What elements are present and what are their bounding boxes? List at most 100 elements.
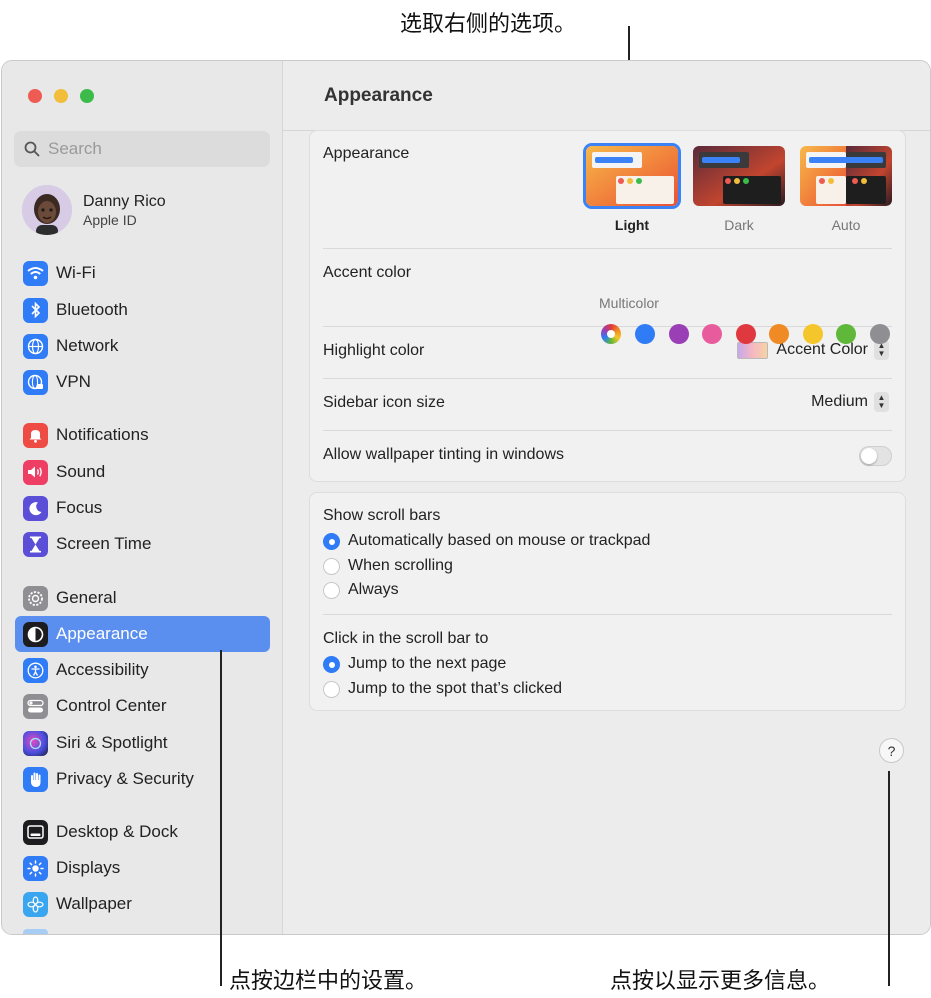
sidebar-item-label: Bluetooth	[56, 300, 128, 319]
sidebar-item-notifications[interactable]: Notifications	[15, 417, 270, 453]
accent-color-swatch[interactable]	[769, 324, 789, 344]
click-scroll-option-next-page[interactable]: Jump to the next page	[323, 655, 506, 673]
sidebar-item-label: Appearance	[56, 624, 148, 643]
accent-multicolor-swatch[interactable]	[601, 324, 621, 344]
wallpaper-tinting-toggle[interactable]	[859, 446, 892, 466]
wifi-icon	[23, 260, 48, 286]
sidebar-item-screen-time[interactable]: Screen Time	[15, 526, 270, 562]
sidebar-item-displays[interactable]: Displays	[15, 850, 270, 886]
minimize-window-button[interactable]	[54, 89, 68, 103]
speaker-icon	[23, 459, 48, 485]
appearance-settings-group: Appearance Light Dark Auto Accent color …	[309, 130, 906, 482]
radio-button[interactable]	[323, 532, 340, 550]
chevron-updown-icon: ▲ ▼	[874, 392, 889, 412]
sidebar-item-vpn[interactable]: VPN	[15, 364, 270, 400]
accent-color-label: Accent color	[323, 264, 412, 281]
sidebar-item-wallpaper[interactable]: Wallpaper	[15, 886, 270, 922]
click-scroll-bar-label: Click in the scroll bar to	[323, 630, 489, 647]
accent-color-swatch[interactable]	[869, 324, 890, 344]
bluetooth-icon	[23, 297, 48, 323]
accent-color-swatch[interactable]	[702, 324, 722, 344]
accent-color-swatch[interactable]	[802, 324, 823, 344]
hourglass-icon	[23, 531, 48, 557]
radio-button[interactable]	[323, 655, 340, 673]
sidebar-item-network[interactable]: Network	[15, 328, 270, 364]
sidebar-item-bluetooth[interactable]: Bluetooth	[15, 292, 270, 328]
radio-label: When scrolling	[348, 557, 453, 574]
highlight-color-value: Accent Color	[776, 341, 868, 358]
scroll-bars-option-when-scrolling[interactable]: When scrolling	[323, 557, 453, 575]
wallpaper-tinting-label: Allow wallpaper tinting in windows	[323, 446, 565, 463]
avatar	[22, 185, 72, 235]
profile-name: Danny Rico	[83, 192, 166, 210]
sidebar-item-label: VPN	[56, 372, 91, 391]
sidebar-item-control-center[interactable]: Control Center	[15, 688, 270, 724]
help-button[interactable]: ?	[879, 738, 904, 763]
zoom-window-button[interactable]	[80, 89, 94, 103]
sidebar-item-label: Sound	[56, 462, 106, 481]
appearance-option-dark[interactable]	[693, 146, 785, 206]
flower-icon	[23, 891, 48, 917]
scroll-bars-option-always[interactable]: Always	[323, 581, 399, 599]
main-pane: Appearance Appearance Light Dark Auto Ac…	[283, 61, 930, 934]
sidebar-item-label: Notifications	[56, 425, 149, 444]
scroll-bars-option-automatic[interactable]: Automatically based on mouse or trackpad	[323, 532, 650, 550]
close-window-button[interactable]	[28, 89, 42, 103]
divider	[323, 248, 892, 249]
sidebar-item-label: Displays	[56, 858, 121, 877]
sidebar-item-label: Focus	[56, 498, 103, 517]
sidebar-item-privacy-security[interactable]: Privacy & Security	[15, 761, 270, 797]
click-scroll-option-spot-clicked[interactable]: Jump to the spot that’s clicked	[323, 680, 562, 698]
appearance-option-light[interactable]	[586, 146, 678, 206]
radio-button[interactable]	[323, 581, 340, 599]
profile-subtitle: Apple ID	[83, 211, 137, 228]
partial-sidebar-icon	[23, 929, 48, 934]
apple-id-profile[interactable]: Danny Rico Apple ID	[22, 185, 166, 235]
sun-icon	[23, 855, 48, 881]
accent-color-swatch[interactable]	[668, 324, 689, 344]
sidebar-icon-size-popup[interactable]: Medium ▲ ▼	[811, 392, 889, 412]
sidebar-item-label: Network	[56, 336, 119, 355]
sidebar-item-wifi[interactable]: Wi-Fi	[15, 255, 270, 291]
radio-button[interactable]	[323, 557, 340, 575]
bell-icon	[23, 422, 48, 448]
divider	[323, 430, 892, 431]
appearance-option-auto-label: Auto	[831, 217, 861, 233]
sidebar-item-accessibility[interactable]: Accessibility	[15, 652, 270, 688]
search-field[interactable]	[14, 131, 270, 167]
sidebar-icon-size-value: Medium	[811, 393, 868, 410]
sidebar: Danny Rico Apple ID Wi-Fi Bluetooth	[2, 61, 283, 934]
appearance-option-auto[interactable]	[800, 146, 892, 206]
radio-label: Automatically based on mouse or trackpad	[348, 532, 651, 549]
toggle-knob	[861, 448, 877, 464]
sidebar-item-label: Control Center	[56, 696, 167, 715]
accent-color-swatch[interactable]	[735, 324, 756, 344]
sidebar-icon-size-label: Sidebar icon size	[323, 394, 445, 411]
sidebar-item-sound[interactable]: Sound	[15, 454, 270, 490]
dock-icon	[23, 819, 48, 845]
callout-bottom-left-line	[220, 650, 222, 986]
search-icon	[24, 141, 40, 157]
callout-bottom-left: 点按边栏中的设置。	[229, 969, 428, 994]
vpn-globe-icon	[23, 369, 48, 395]
callout-top: 选取右侧的选项。	[400, 12, 577, 37]
accent-color-swatch[interactable]	[635, 324, 655, 344]
sidebar-item-general[interactable]: General	[15, 580, 270, 616]
accent-color-swatch[interactable]	[836, 324, 856, 344]
sidebar-item-label: Privacy & Security	[56, 769, 194, 788]
hand-icon	[23, 766, 48, 792]
sidebar-item-label: Screen Time	[56, 534, 152, 553]
sidebar-item-siri-spotlight[interactable]: Siri & Spotlight	[15, 725, 270, 761]
sidebar-item-focus[interactable]: Focus	[15, 490, 270, 526]
globe-icon	[23, 333, 48, 359]
page: 选取右侧的选项。 Search Danny Rico Apple ID Wi-F…	[0, 0, 931, 998]
appearance-option-dark-label: Dark	[724, 217, 754, 233]
callout-bottom-right-line	[888, 771, 890, 986]
moon-icon	[23, 495, 48, 521]
search-input[interactable]	[48, 139, 248, 159]
settings-window: Danny Rico Apple ID Wi-Fi Bluetooth	[1, 60, 931, 935]
sidebar-item-desktop-dock[interactable]: Desktop & Dock	[15, 814, 270, 850]
radio-button[interactable]	[323, 680, 340, 698]
sidebar-item-appearance[interactable]: Appearance	[15, 616, 270, 652]
sidebar-item-label: Wi-Fi	[56, 263, 96, 282]
